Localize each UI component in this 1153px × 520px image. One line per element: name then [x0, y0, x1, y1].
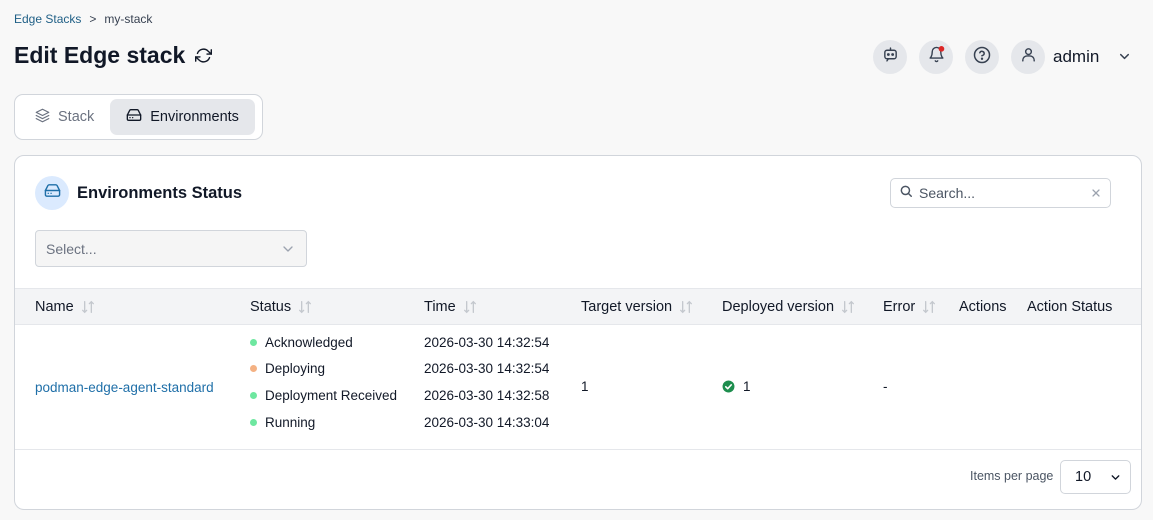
- chevron-down-icon: [1109, 471, 1122, 484]
- hard-drive-icon: [126, 107, 142, 127]
- status-label: Deployment Received: [265, 388, 398, 403]
- breadcrumb: Edge Stacks > my-stack: [14, 12, 152, 26]
- status-label: Deploying: [265, 361, 326, 376]
- status-label: Running: [265, 415, 316, 430]
- sort-icon: [297, 300, 313, 314]
- user-icon: [1020, 46, 1037, 68]
- sort-icon: [462, 300, 478, 314]
- status-filter-select[interactable]: Select...: [35, 230, 307, 267]
- tab-environments-label: Environments: [150, 109, 239, 125]
- column-header-action-status: Action Status: [1027, 299, 1112, 315]
- column-header-name-label: Name: [35, 299, 74, 315]
- sort-icon: [921, 300, 937, 314]
- card-title: Environments Status: [77, 184, 243, 202]
- notifications-button[interactable]: [919, 40, 953, 74]
- table-header: Name Status Time Target version Deployed…: [15, 288, 1141, 325]
- breadcrumb-separator: >: [89, 12, 97, 26]
- search-box: [890, 178, 1111, 208]
- column-header-name[interactable]: Name: [35, 299, 96, 315]
- status-dot: [250, 392, 257, 399]
- target-version-value: 1: [581, 379, 589, 394]
- clear-search-icon[interactable]: [1090, 187, 1102, 199]
- status-filter-placeholder: Select...: [46, 240, 97, 257]
- status-time: 2026-03-30 14:32:58: [424, 388, 550, 403]
- status-time: 2026-03-30 14:32:54: [424, 361, 550, 376]
- column-header-time-label: Time: [424, 299, 456, 315]
- tab-environments[interactable]: Environments: [110, 99, 255, 135]
- status-item: Deployment Received: [250, 388, 397, 403]
- items-per-page-value: 10: [1075, 469, 1092, 485]
- status-dot: [250, 365, 257, 372]
- check-circle-icon: [722, 380, 735, 393]
- column-header-deployed-version-label: Deployed version: [722, 299, 835, 315]
- column-header-target-version[interactable]: Target version: [581, 299, 694, 315]
- sort-icon: [80, 300, 96, 314]
- column-header-target-version-label: Target version: [581, 299, 673, 315]
- help-button[interactable]: [965, 40, 999, 74]
- status-dot: [250, 419, 257, 426]
- sort-icon: [678, 300, 694, 314]
- row-divider: [15, 449, 1141, 450]
- title-row: Edit Edge stack: [14, 42, 213, 69]
- column-header-status[interactable]: Status: [250, 299, 313, 315]
- user-avatar[interactable]: [1011, 40, 1045, 74]
- deployed-version-value: 1: [743, 379, 751, 394]
- refresh-icon[interactable]: [193, 46, 213, 66]
- layers-icon: [35, 108, 50, 127]
- error-value: -: [883, 379, 888, 394]
- page-title: Edit Edge stack: [14, 42, 186, 68]
- column-header-error[interactable]: Error: [883, 299, 937, 315]
- items-per-page-label: Items per page: [970, 469, 1054, 483]
- status-label: Acknowledged: [265, 335, 353, 350]
- sort-icon: [840, 300, 856, 314]
- tab-stack[interactable]: Stack: [19, 99, 110, 135]
- column-header-time[interactable]: Time: [424, 299, 478, 315]
- column-header-deployed-version[interactable]: Deployed version: [722, 299, 856, 315]
- column-header-status-label: Status: [250, 299, 292, 315]
- bot-icon: [882, 46, 899, 68]
- chevron-down-icon: [280, 241, 296, 257]
- status-dot: [250, 339, 257, 346]
- items-per-page-select[interactable]: 10: [1060, 460, 1131, 494]
- chat-bot-button[interactable]: [873, 40, 907, 74]
- column-header-error-label: Error: [883, 299, 916, 315]
- status-time: 2026-03-30 14:32:54: [424, 335, 550, 350]
- user-menu-chevron-icon[interactable]: [1117, 49, 1132, 69]
- deployed-version-cell: 1: [722, 379, 751, 394]
- search-icon: [899, 184, 913, 203]
- search-input[interactable]: [919, 185, 1084, 201]
- breadcrumb-link-edge-stacks[interactable]: Edge Stacks: [14, 12, 81, 26]
- column-header-actions-label: Actions: [959, 299, 1007, 315]
- breadcrumb-current: my-stack: [104, 12, 153, 26]
- status-item: Deploying: [250, 361, 325, 376]
- status-item: Running: [250, 415, 315, 430]
- environment-link[interactable]: podman-edge-agent-standard: [35, 380, 214, 395]
- status-time: 2026-03-30 14:33:04: [424, 415, 550, 430]
- tab-stack-label: Stack: [58, 109, 95, 125]
- card-header-icon-wrap: [35, 176, 69, 210]
- help-icon: [973, 46, 991, 69]
- tab-bar: Stack Environments: [14, 94, 263, 140]
- hard-drive-icon: [44, 182, 61, 204]
- bell-icon: [928, 46, 945, 68]
- username-label[interactable]: admin: [1053, 47, 1099, 67]
- column-header-action-status-label: Action Status: [1027, 299, 1113, 315]
- column-header-actions: Actions: [959, 299, 1007, 315]
- status-item: Acknowledged: [250, 335, 353, 350]
- environments-status-card: Environments Status Select... Name: [14, 155, 1142, 510]
